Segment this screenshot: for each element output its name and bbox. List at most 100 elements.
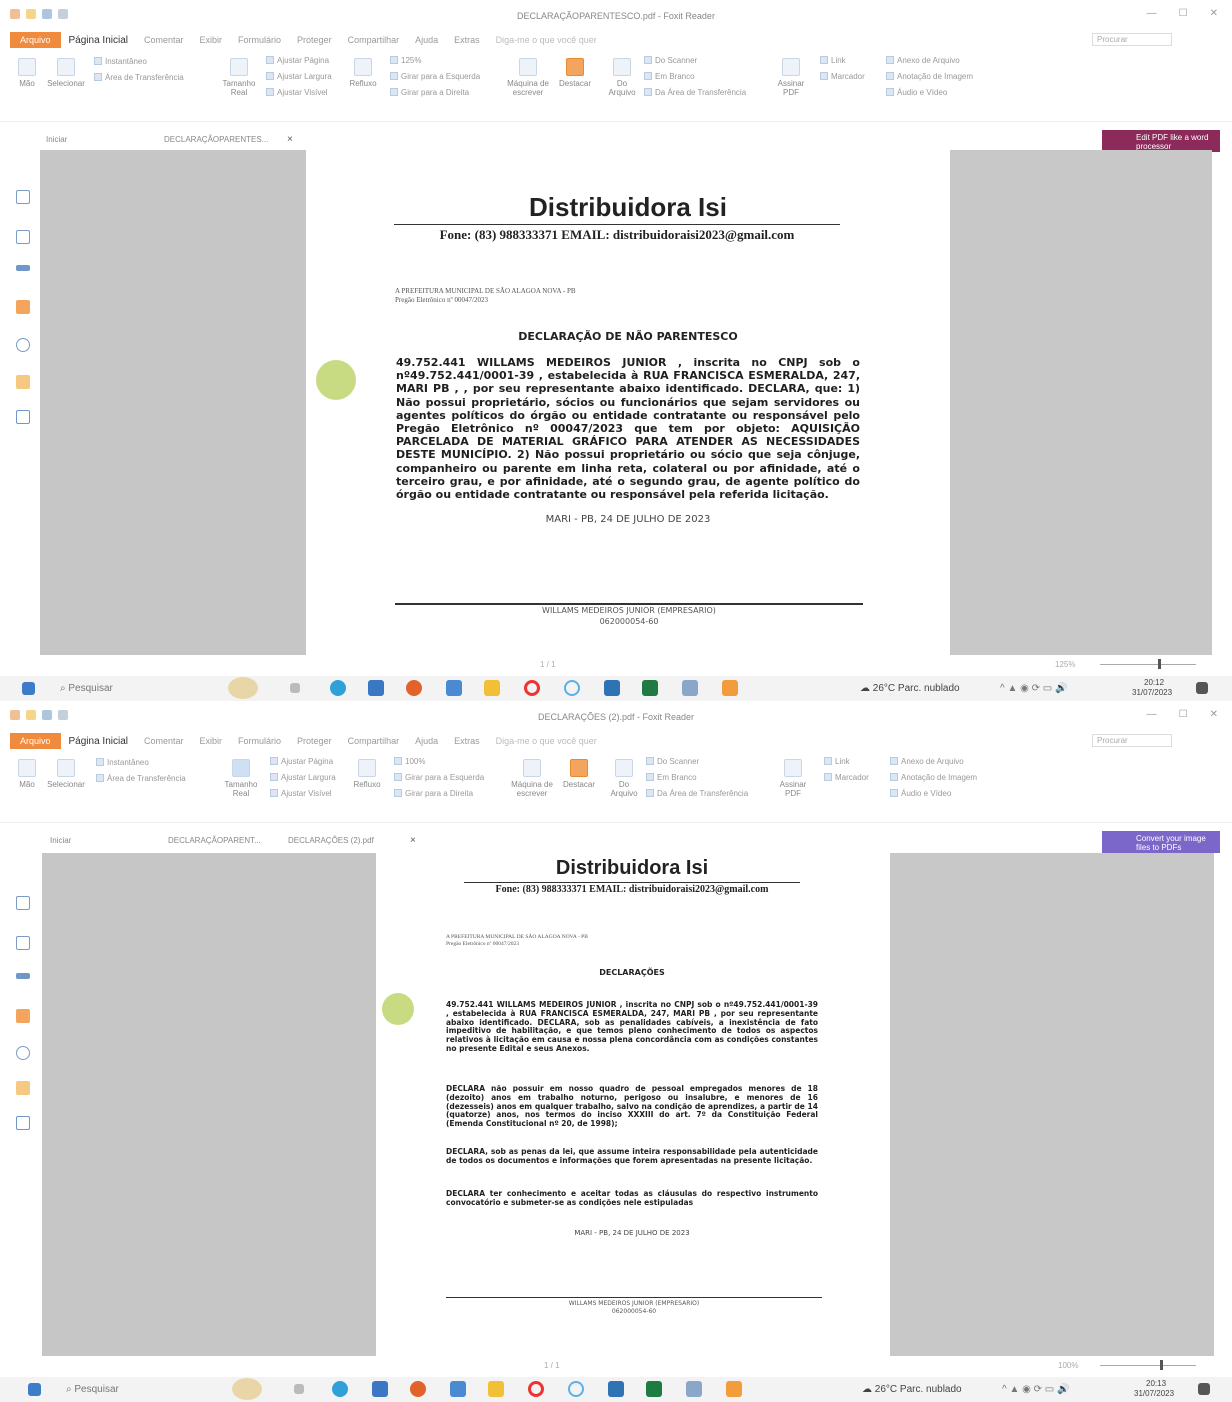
link-button[interactable]: Link	[820, 56, 846, 65]
weather[interactable]: ☁ 26°C Parc. nublado	[860, 683, 960, 694]
menu-home[interactable]: Página Inicial	[61, 736, 136, 747]
tab-declaracao-parentesco[interactable]: DECLARAÇÃOPARENT...	[168, 836, 261, 845]
menu-protect[interactable]: Proteger	[289, 736, 340, 746]
fit-width-button[interactable]: Ajustar Largura	[266, 72, 332, 81]
minimize-icon[interactable]: —	[1147, 709, 1157, 720]
firefox-icon[interactable]	[410, 1381, 426, 1397]
start-icon[interactable]	[28, 1383, 41, 1396]
calculator-icon[interactable]	[682, 680, 698, 696]
promo-banner[interactable]: Edit PDF like a word processor	[1102, 130, 1220, 152]
image-annotation-button[interactable]: Anotação de Imagem	[890, 773, 977, 782]
foxit-taskbar-icon[interactable]	[726, 1381, 742, 1397]
blank-button[interactable]: Em Branco	[646, 773, 697, 782]
signature-icon[interactable]	[16, 1116, 30, 1130]
taskbar-search[interactable]: ⌕ Pesquisar	[66, 1384, 119, 1395]
bookmarks-icon[interactable]	[16, 190, 30, 204]
rotate-right-button[interactable]: Girar para a Direita	[394, 789, 473, 798]
clock-time[interactable]: 20:12	[1144, 678, 1164, 687]
tell-me-input[interactable]: Diga-me o que você quer	[496, 736, 597, 746]
menu-form[interactable]: Formulário	[230, 736, 289, 746]
weather[interactable]: ☁ 26°C Parc. nublado	[862, 1384, 962, 1395]
zoom-select[interactable]: 125%	[390, 56, 421, 65]
select-tool-button[interactable]: Selecionar	[46, 58, 86, 88]
snapshot-button[interactable]: Instantâneo	[96, 758, 149, 767]
widget-icon[interactable]	[228, 677, 258, 699]
bookmark-button[interactable]: Marcador	[820, 72, 865, 81]
from-scanner-button[interactable]: Do Scanner	[644, 56, 697, 65]
tab-declaracao-parentesco[interactable]: DECLARAÇÃOPARENTES...	[164, 135, 268, 144]
edge-icon[interactable]	[330, 680, 346, 696]
layers-icon[interactable]	[16, 265, 30, 271]
menu-help[interactable]: Ajuda	[407, 736, 446, 746]
page-indicator[interactable]: 1 / 1	[544, 1361, 560, 1370]
foxit-taskbar-icon[interactable]	[722, 680, 738, 696]
file-explorer-icon[interactable]	[484, 680, 500, 696]
close-icon[interactable]: ✕	[1210, 8, 1218, 19]
zoom-slider[interactable]	[1100, 664, 1196, 665]
comments-icon[interactable]	[16, 300, 30, 314]
clock-date[interactable]: 31/07/2023	[1132, 688, 1172, 697]
file-attachment-button[interactable]: Anexo de Arquivo	[890, 757, 964, 766]
menu-form[interactable]: Formulário	[230, 35, 289, 45]
layers-icon[interactable]	[16, 973, 30, 979]
actual-size-button[interactable]: Tamanho Real	[216, 58, 262, 97]
rotate-left-button[interactable]: Girar para a Esquerda	[390, 72, 480, 81]
image-annotation-button[interactable]: Anotação de Imagem	[886, 72, 973, 81]
security-icon[interactable]	[16, 1081, 30, 1095]
excel-icon[interactable]	[646, 1381, 662, 1397]
menu-view[interactable]: Exibir	[192, 736, 231, 746]
sign-pdf-button[interactable]: Assinar PDF	[776, 58, 806, 97]
close-tab-icon[interactable]: ×	[410, 835, 416, 846]
opera-icon[interactable]	[524, 680, 540, 696]
select-tool-button[interactable]: Selecionar	[46, 759, 86, 789]
tab-start[interactable]: Iniciar	[50, 836, 71, 845]
security-icon[interactable]	[16, 375, 30, 389]
tell-me-input[interactable]: Diga-me o que você quer	[496, 35, 597, 45]
sign-pdf-button[interactable]: Assinar PDF	[778, 759, 808, 798]
attachments-icon[interactable]	[16, 1046, 30, 1060]
from-file-button[interactable]: Do Arquivo	[606, 759, 642, 798]
fit-page-button[interactable]: Ajustar Página	[266, 56, 329, 65]
clipboard-button[interactable]: Área de Transferência	[94, 73, 184, 82]
bookmark-button[interactable]: Marcador	[824, 773, 869, 782]
comments-icon[interactable]	[16, 1009, 30, 1023]
menu-extras[interactable]: Extras	[446, 736, 488, 746]
word-icon[interactable]	[604, 680, 620, 696]
audio-video-button[interactable]: Áudio e Vídeo	[886, 88, 947, 97]
menu-comment[interactable]: Comentar	[136, 736, 192, 746]
close-tab-icon[interactable]: ×	[287, 134, 293, 145]
tab-declaracoes[interactable]: DECLARAÇÕES (2).pdf	[288, 836, 374, 845]
hand-tool-button[interactable]: Mão	[14, 759, 40, 789]
typewriter-button[interactable]: Máquina de escrever	[500, 58, 556, 97]
rotate-right-button[interactable]: Girar para a Direita	[390, 88, 469, 97]
reflow-button[interactable]: Refluxo	[346, 58, 380, 88]
menu-file[interactable]: Arquivo	[10, 733, 61, 749]
fit-visible-button[interactable]: Ajustar Visível	[266, 88, 328, 97]
notification-icon[interactable]	[1196, 682, 1208, 694]
taskbar-search[interactable]: ⌕ Pesquisar	[60, 683, 113, 694]
mail-icon[interactable]	[450, 1381, 466, 1397]
actual-size-button[interactable]: Tamanho Real	[218, 759, 264, 798]
status-zoom[interactable]: 125%	[1055, 660, 1075, 669]
zoom-select[interactable]: 100%	[394, 757, 425, 766]
menu-home[interactable]: Página Inicial	[61, 35, 136, 46]
task-view-icon[interactable]	[290, 683, 300, 693]
page-indicator[interactable]: 1 / 1	[540, 660, 556, 669]
menu-share[interactable]: Compartilhar	[340, 736, 408, 746]
mail-icon[interactable]	[446, 680, 462, 696]
calculator-icon[interactable]	[686, 1381, 702, 1397]
cortana-icon[interactable]	[564, 680, 580, 696]
zoom-slider-thumb[interactable]	[1158, 659, 1161, 669]
link-button[interactable]: Link	[824, 757, 850, 766]
clipboard-button[interactable]: Área de Transferência	[96, 774, 186, 783]
fit-width-button[interactable]: Ajustar Largura	[270, 773, 336, 782]
maximize-icon[interactable]: ☐	[1179, 709, 1188, 720]
pages-icon[interactable]	[16, 230, 30, 244]
snapshot-button[interactable]: Instantâneo	[94, 57, 147, 66]
file-explorer-icon[interactable]	[488, 1381, 504, 1397]
system-tray-icons[interactable]: ^ ▲ ◉ ⟳ ▭ 🔊	[1002, 1384, 1070, 1395]
file-attachment-button[interactable]: Anexo de Arquivo	[886, 56, 960, 65]
promo-banner[interactable]: Convert your image files to PDFs	[1102, 831, 1220, 853]
signature-icon[interactable]	[16, 410, 30, 424]
menu-share[interactable]: Compartilhar	[340, 35, 408, 45]
